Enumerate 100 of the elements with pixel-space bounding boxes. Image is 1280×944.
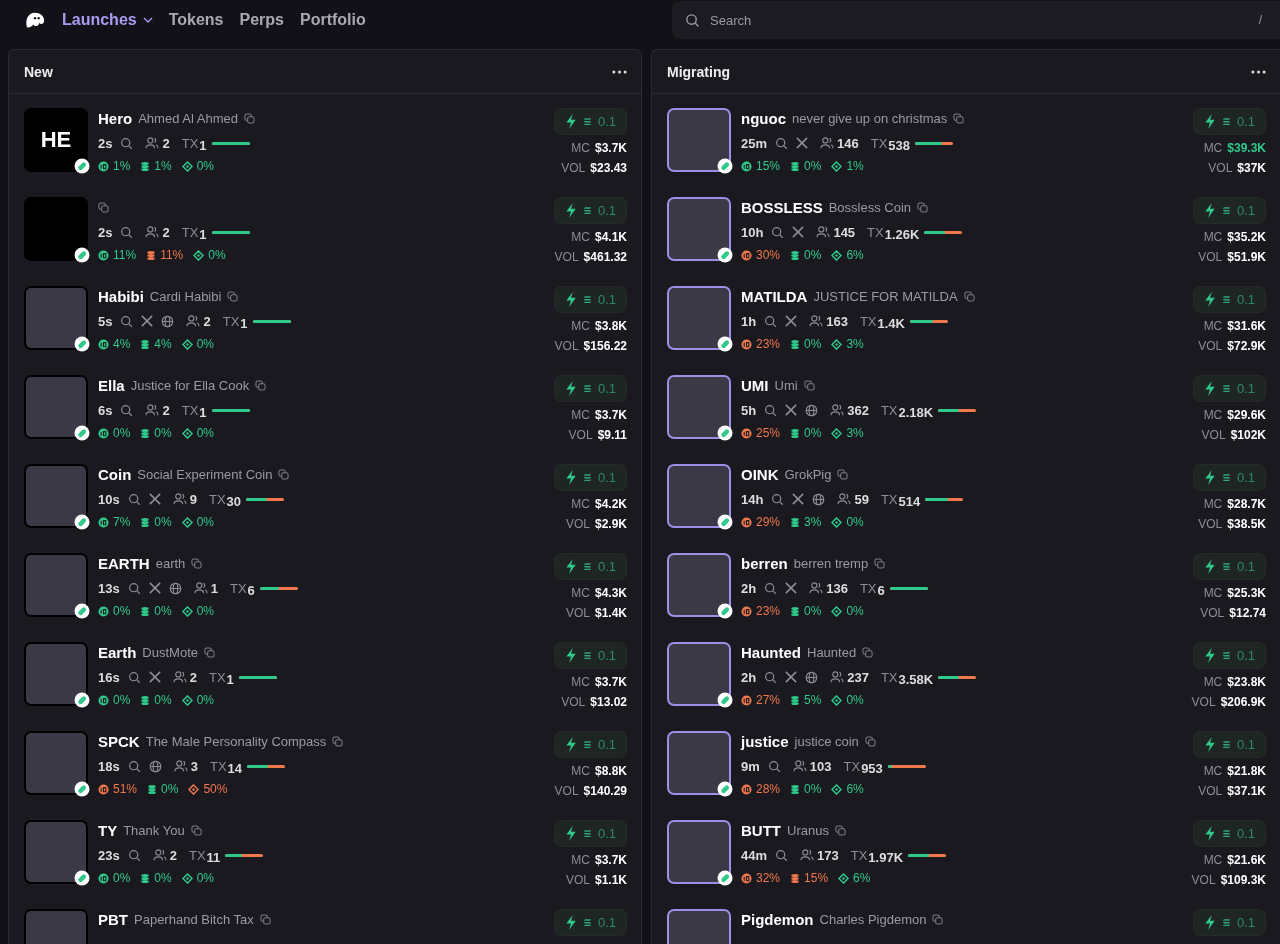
globe-icon[interactable] xyxy=(168,581,182,595)
token-ticker[interactable]: BOSSLESS xyxy=(741,198,823,216)
token-ticker[interactable]: UMI xyxy=(741,376,769,394)
x-logo-icon[interactable] xyxy=(785,315,798,327)
globe-icon[interactable] xyxy=(812,492,826,506)
copy-icon[interactable] xyxy=(932,913,944,925)
copy-icon[interactable] xyxy=(259,913,271,925)
token-avatar[interactable] xyxy=(667,197,731,261)
token-ticker[interactable]: Pigdemon xyxy=(741,910,814,928)
token-avatar[interactable] xyxy=(667,642,731,706)
ghost-logo-icon[interactable] xyxy=(24,11,46,29)
x-logo-icon[interactable] xyxy=(785,582,798,594)
globe-icon[interactable] xyxy=(161,314,175,328)
quick-buy-button[interactable]: 0.1 xyxy=(553,642,627,669)
token-ticker[interactable]: OINK xyxy=(741,465,779,483)
token-ticker[interactable]: Ella xyxy=(98,376,125,394)
search-icon[interactable] xyxy=(764,403,778,417)
token-ticker[interactable]: Hero xyxy=(98,109,133,127)
copy-icon[interactable] xyxy=(953,112,965,124)
search-icon[interactable] xyxy=(771,492,785,506)
token-avatar[interactable] xyxy=(667,375,731,439)
copy-icon[interactable] xyxy=(332,735,344,747)
search-icon[interactable] xyxy=(127,670,141,684)
quick-buy-button[interactable]: 0.1 xyxy=(553,375,627,402)
copy-icon[interactable] xyxy=(803,379,815,391)
x-logo-icon[interactable] xyxy=(785,671,798,683)
quick-buy-button[interactable]: 0.1 xyxy=(553,197,627,224)
chevron-down-icon[interactable] xyxy=(142,17,153,23)
quick-buy-button[interactable]: 0.1 xyxy=(1192,642,1266,669)
quick-buy-button[interactable]: 0.1 xyxy=(1192,464,1266,491)
search-icon[interactable] xyxy=(120,403,134,417)
x-logo-icon[interactable] xyxy=(141,315,154,327)
copy-icon[interactable] xyxy=(190,824,202,836)
x-logo-icon[interactable] xyxy=(792,226,805,238)
nav-link[interactable]: Tokens xyxy=(168,11,224,29)
quick-buy-button[interactable]: 0.1 xyxy=(553,286,627,313)
quick-buy-button[interactable]: 0.1 xyxy=(1192,108,1266,135)
quick-buy-button[interactable]: 0.1 xyxy=(553,820,627,847)
token-avatar[interactable] xyxy=(667,108,731,172)
copy-icon[interactable] xyxy=(837,468,849,480)
more-icon[interactable] xyxy=(1251,69,1266,74)
quick-buy-button[interactable]: 0.1 xyxy=(553,108,627,135)
search-icon[interactable] xyxy=(127,492,141,506)
copy-icon[interactable] xyxy=(243,112,255,124)
x-logo-icon[interactable] xyxy=(148,493,161,505)
token-ticker[interactable]: justice xyxy=(741,732,789,750)
globe-icon[interactable] xyxy=(805,670,819,684)
quick-buy-button[interactable]: 0.1 xyxy=(1192,909,1266,936)
token-ticker[interactable]: nguoc xyxy=(741,109,786,127)
copy-icon[interactable] xyxy=(191,557,203,569)
copy-icon[interactable] xyxy=(278,468,290,480)
token-avatar[interactable] xyxy=(24,642,88,706)
token-avatar[interactable]: HE xyxy=(24,108,88,172)
nav-link[interactable]: Perps xyxy=(239,11,284,29)
search-icon[interactable] xyxy=(767,759,781,773)
token-ticker[interactable]: SPCK xyxy=(98,732,140,750)
quick-buy-button[interactable]: 0.1 xyxy=(1192,197,1266,224)
search-icon[interactable] xyxy=(775,848,789,862)
token-avatar[interactable] xyxy=(24,553,88,617)
more-icon[interactable] xyxy=(612,69,627,74)
quick-buy-button[interactable]: 0.1 xyxy=(1192,553,1266,580)
nav-link[interactable]: Launches xyxy=(62,11,153,29)
nav-link[interactable]: Portfolio xyxy=(300,11,366,29)
quick-buy-button[interactable]: 0.1 xyxy=(1192,375,1266,402)
search-icon[interactable] xyxy=(127,848,141,862)
x-logo-icon[interactable] xyxy=(796,137,809,149)
token-ticker[interactable]: Haunted xyxy=(741,643,801,661)
token-avatar[interactable] xyxy=(24,464,88,528)
quick-buy-button[interactable]: 0.1 xyxy=(1192,731,1266,758)
token-ticker[interactable]: BUTT xyxy=(741,821,781,839)
token-avatar[interactable] xyxy=(24,197,88,261)
token-avatar[interactable] xyxy=(24,375,88,439)
token-ticker[interactable]: PBT xyxy=(98,910,128,928)
search-icon[interactable] xyxy=(764,581,778,595)
copy-icon[interactable] xyxy=(255,379,267,391)
copy-icon[interactable] xyxy=(963,290,975,302)
quick-buy-button[interactable]: 0.1 xyxy=(553,909,627,936)
search-icon[interactable] xyxy=(120,136,134,150)
token-ticker[interactable]: berren xyxy=(741,554,788,572)
search-icon[interactable] xyxy=(120,225,134,239)
token-avatar[interactable] xyxy=(667,731,731,795)
x-logo-icon[interactable] xyxy=(148,582,161,594)
copy-icon[interactable] xyxy=(227,290,239,302)
copy-icon[interactable] xyxy=(98,201,109,213)
globe-icon[interactable] xyxy=(148,759,162,773)
token-ticker[interactable]: EARTH xyxy=(98,554,150,572)
search-icon[interactable] xyxy=(764,670,778,684)
quick-buy-button[interactable]: 0.1 xyxy=(1192,286,1266,313)
token-ticker[interactable]: TY xyxy=(98,821,118,839)
copy-icon[interactable] xyxy=(874,557,886,569)
search-icon[interactable] xyxy=(764,314,778,328)
copy-icon[interactable] xyxy=(204,646,215,658)
token-ticker[interactable]: Earth xyxy=(98,643,137,661)
copy-icon[interactable] xyxy=(834,824,846,836)
token-ticker[interactable]: Coin xyxy=(98,465,132,483)
copy-icon[interactable] xyxy=(864,735,876,747)
globe-icon[interactable] xyxy=(805,403,819,417)
search-icon[interactable] xyxy=(120,314,134,328)
search-icon[interactable] xyxy=(775,136,789,150)
quick-buy-button[interactable]: 0.1 xyxy=(553,731,627,758)
